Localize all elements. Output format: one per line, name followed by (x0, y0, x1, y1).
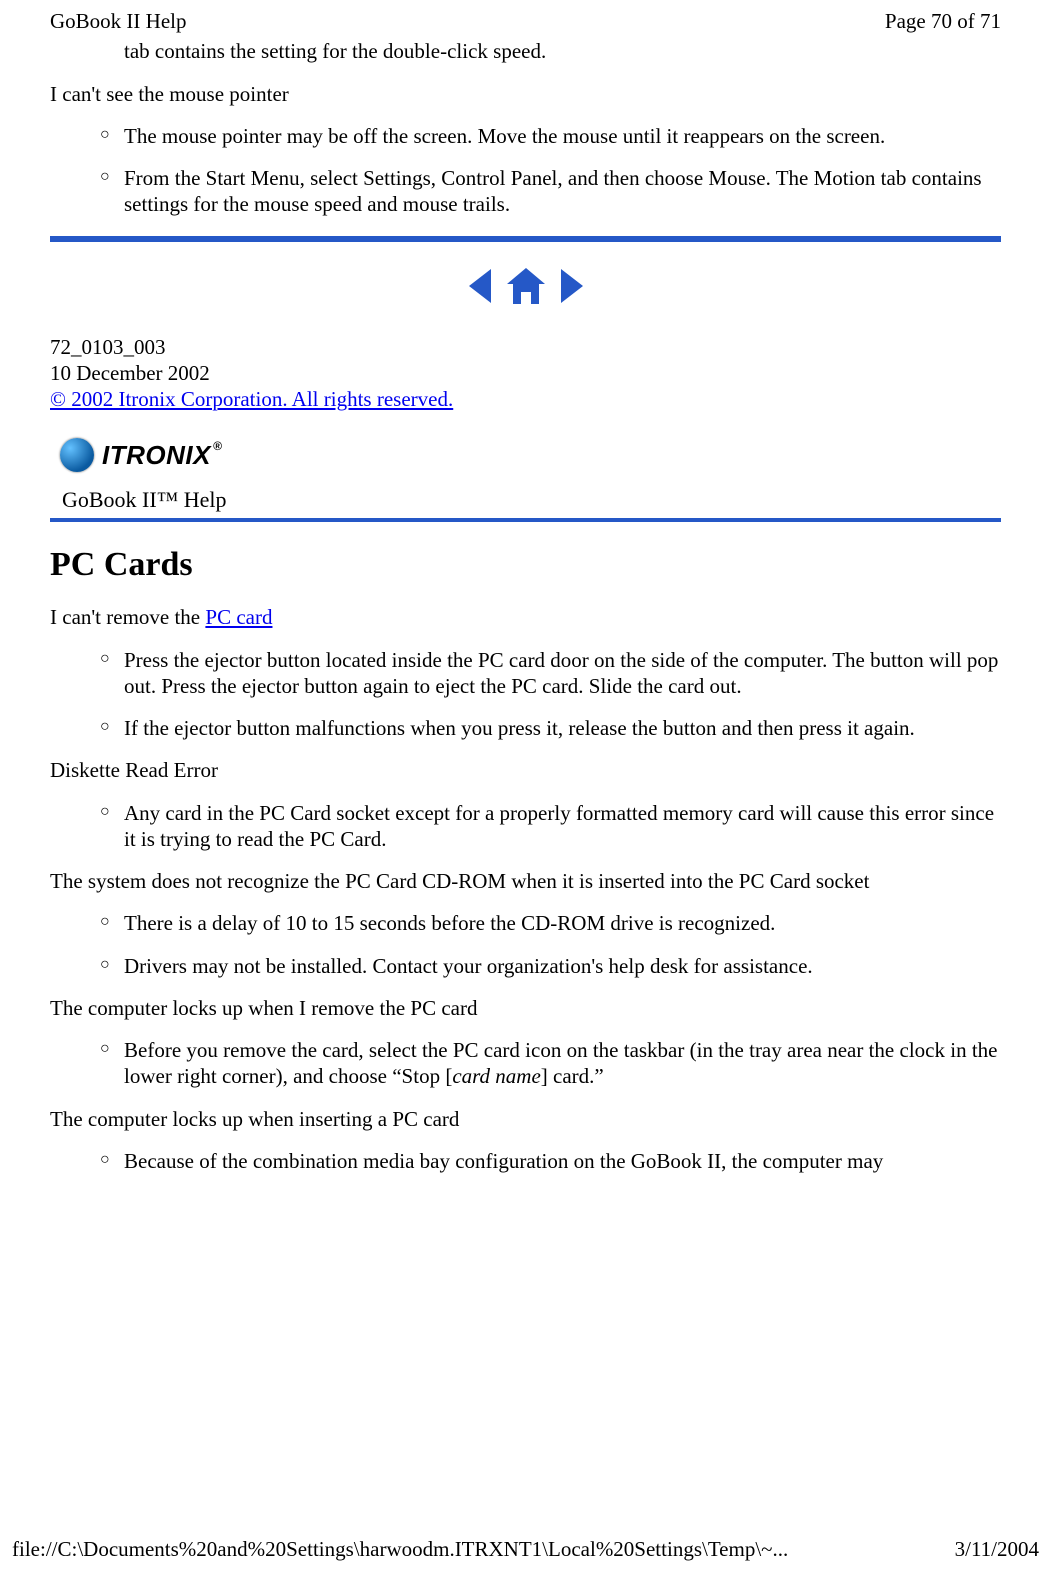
brand-text: ITRONIX (102, 440, 211, 470)
topic-mouse-pointer: I can't see the mouse pointer (50, 81, 1001, 107)
topic-lockup-remove: The computer locks up when I remove the … (50, 995, 1001, 1021)
page-number: Page 70 of 71 (885, 8, 1001, 34)
divider (50, 518, 1001, 522)
topic-cant-remove-pccard: I can't remove the PC card (50, 604, 1001, 630)
list-item: There is a delay of 10 to 15 seconds bef… (100, 910, 1001, 936)
globe-icon (60, 438, 94, 472)
doc-id: 72_0103_003 (50, 334, 1001, 360)
list-item: Because of the combination media bay con… (100, 1148, 1001, 1174)
topic-diskette-read-error: Diskette Read Error (50, 757, 1001, 783)
nav-prev-icon[interactable] (469, 269, 491, 303)
footer-path: file://C:\Documents%20and%20Settings\har… (12, 1536, 788, 1562)
topic-mouse-pointer-list: The mouse pointer may be off the screen.… (50, 123, 1001, 218)
doc-title-header: GoBook II Help (50, 8, 186, 34)
nav-home-icon[interactable] (505, 266, 547, 306)
section-title-pc-cards: PC Cards (50, 544, 1001, 587)
help-subhead: GoBook II™ Help (62, 486, 1001, 514)
list-item: The mouse pointer may be off the screen.… (100, 123, 1001, 149)
continuation-line: tab contains the setting for the double-… (124, 38, 1001, 64)
text-fragment: ] card.” (541, 1064, 604, 1088)
topic-lockup-insert: The computer locks up when inserting a P… (50, 1106, 1001, 1132)
list-item: If the ejector button malfunctions when … (100, 715, 1001, 741)
nav-next-icon[interactable] (561, 269, 583, 303)
text-fragment: I can't remove the (50, 605, 205, 629)
topic-diskette-list: Any card in the PC Card socket except fo… (50, 800, 1001, 853)
copyright-link[interactable]: © 2002 Itronix Corporation. All rights r… (50, 387, 453, 411)
list-item: Drivers may not be installed. Contact yo… (100, 953, 1001, 979)
topic-pccard-cdrom-list: There is a delay of 10 to 15 seconds bef… (50, 910, 1001, 979)
registered-mark: ® (213, 439, 222, 453)
footer-date: 3/11/2004 (955, 1536, 1039, 1562)
topic-pccard-cdrom: The system does not recognize the PC Car… (50, 868, 1001, 894)
brand-logo: ITRONIX® (60, 438, 1001, 472)
topic-lockup-insert-list: Because of the combination media bay con… (50, 1148, 1001, 1174)
divider (50, 236, 1001, 242)
card-name-placeholder: card name (452, 1064, 540, 1088)
topic-lockup-remove-list: Before you remove the card, select the P… (50, 1037, 1001, 1090)
brand-name: ITRONIX® (102, 439, 222, 472)
pc-card-link[interactable]: PC card (205, 605, 272, 629)
list-item: Any card in the PC Card socket except fo… (100, 800, 1001, 853)
list-item: Before you remove the card, select the P… (100, 1037, 1001, 1090)
list-item: From the Start Menu, select Settings, Co… (100, 165, 1001, 218)
topic-cant-remove-list: Press the ejector button located inside … (50, 647, 1001, 742)
doc-date: 10 December 2002 (50, 360, 1001, 386)
list-item: Press the ejector button located inside … (100, 647, 1001, 700)
